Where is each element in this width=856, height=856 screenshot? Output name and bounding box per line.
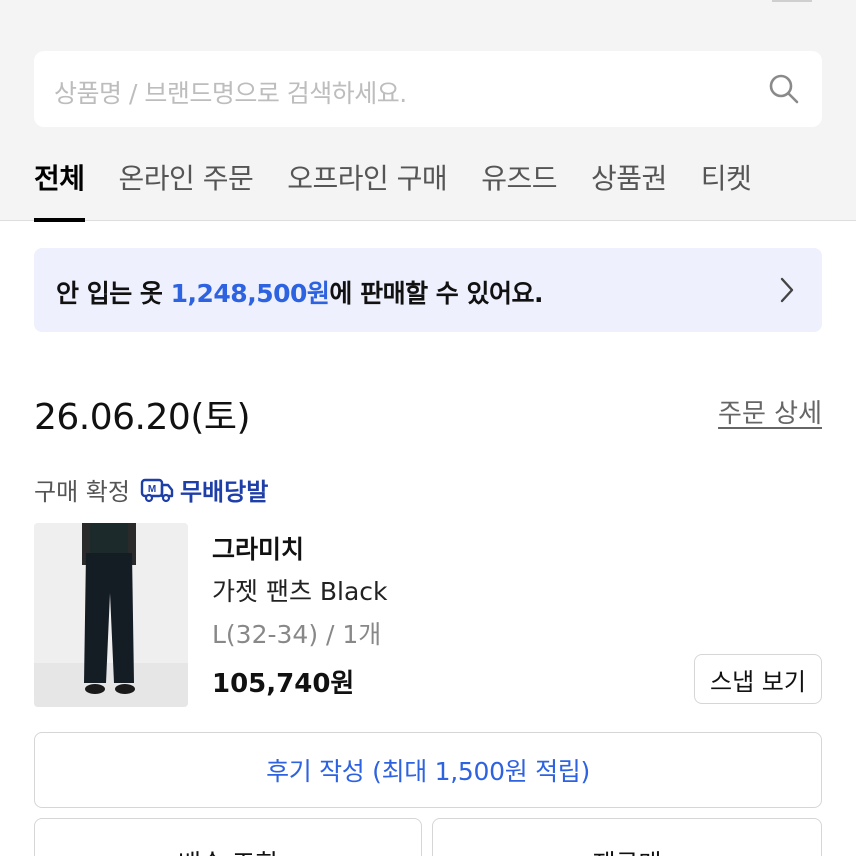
delivery-truck-icon: M xyxy=(140,478,174,502)
tab-used[interactable]: 유즈드 xyxy=(481,152,557,221)
svg-text:M: M xyxy=(148,484,156,495)
tab-all[interactable]: 전체 xyxy=(34,152,85,222)
order-status-row: 구매 확정 M 무배당발 xyxy=(34,472,268,507)
snap-view-button[interactable]: 스냅 보기 xyxy=(694,654,822,704)
chevron-right-icon xyxy=(780,277,794,303)
write-review-button[interactable]: 후기 작성 (최대 1,500원 적립) xyxy=(34,732,822,808)
sell-clothes-banner[interactable]: 안 입는 옷 1,248,500원에 판매할 수 있어요. xyxy=(34,248,822,332)
search-placeholder: 상품명 / 브랜드명으로 검색하세요. xyxy=(54,79,407,108)
tab-gift-card[interactable]: 상품권 xyxy=(591,152,667,221)
delivery-badge: 무배당발 xyxy=(179,478,269,506)
header-area: 상품명 / 브랜드명으로 검색하세요. 전체 온라인 주문 오프라인 구매 유즈… xyxy=(0,0,856,222)
product-brand[interactable]: 그라미치 xyxy=(212,530,304,566)
tab-online-order[interactable]: 온라인 주문 xyxy=(119,152,254,221)
product-name[interactable]: 가젯 팬츠 Black xyxy=(212,572,388,608)
top-edge-bar xyxy=(772,0,812,2)
tab-offline-purchase[interactable]: 오프라인 구매 xyxy=(287,152,447,221)
product-option: L(32-34) / 1개 xyxy=(212,620,382,649)
tab-ticket[interactable]: 티켓 xyxy=(701,152,752,221)
order-filter-tabs: 전체 온라인 주문 오프라인 구매 유즈드 상품권 티켓 xyxy=(34,152,785,222)
sell-amount: 1,248,500원 xyxy=(170,279,330,308)
sell-banner-text: 안 입는 옷 1,248,500원에 판매할 수 있어요. xyxy=(56,279,543,308)
product-image[interactable] xyxy=(34,523,188,707)
track-delivery-button[interactable]: 배송 조회 xyxy=(34,818,422,856)
product-photo xyxy=(34,523,188,707)
search-input[interactable]: 상품명 / 브랜드명으로 검색하세요. xyxy=(34,51,822,127)
order-status: 구매 확정 xyxy=(34,478,130,506)
product-price: 105,740원 xyxy=(212,669,355,699)
repurchase-button[interactable]: 재구매 xyxy=(432,818,822,856)
order-detail-link[interactable]: 주문 상세 xyxy=(718,393,822,430)
order-date: 26.06.20(토) xyxy=(34,397,251,438)
search-icon[interactable] xyxy=(768,73,800,105)
